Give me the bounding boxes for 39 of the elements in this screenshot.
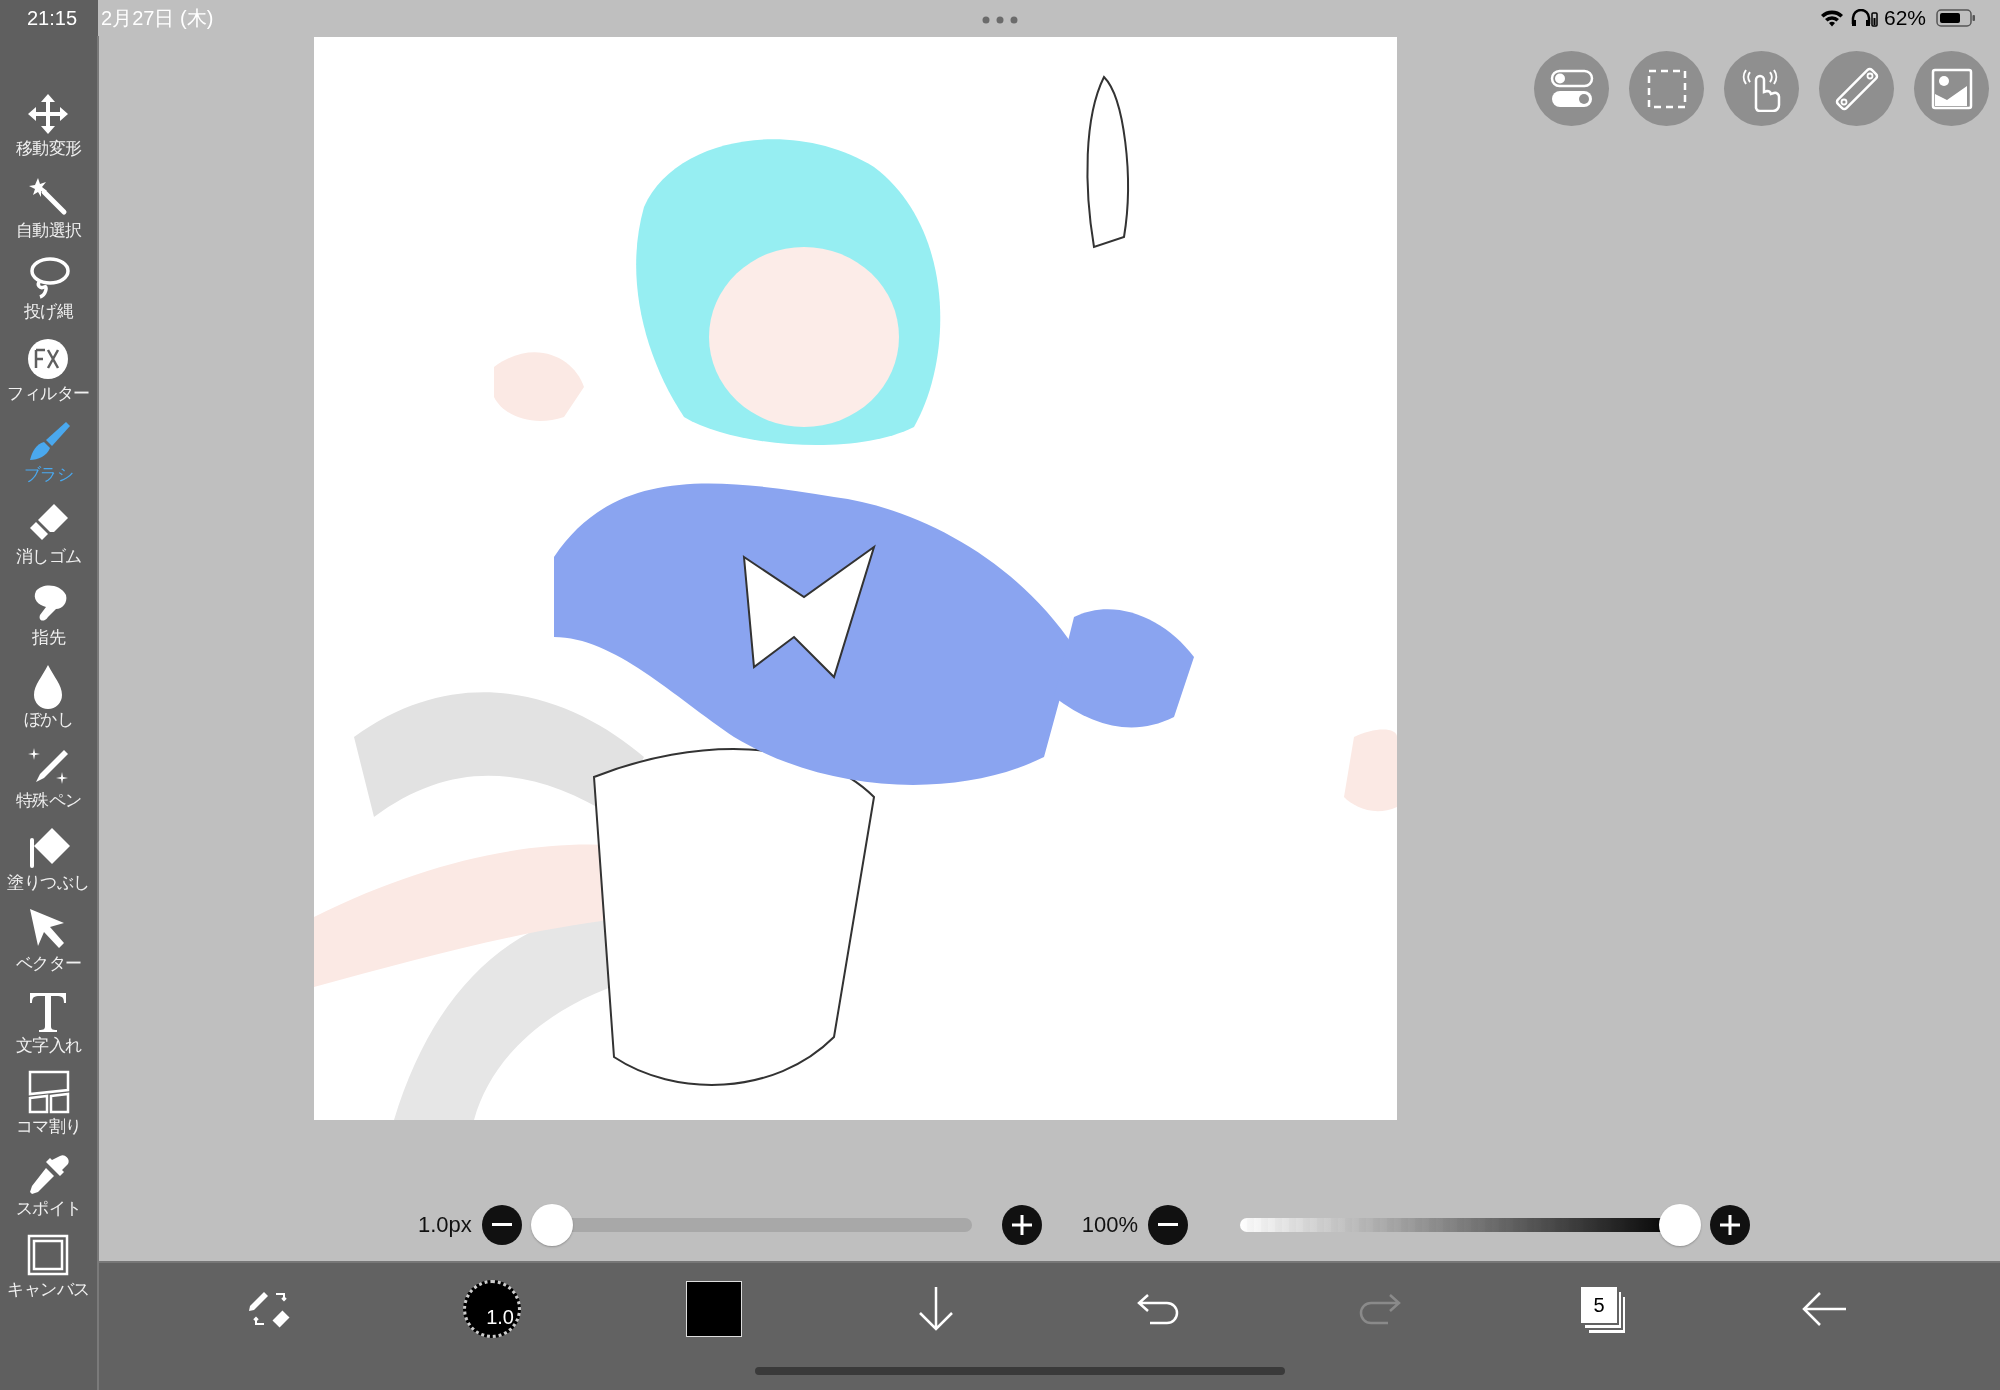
tool-button[interactable]: 投げ縄 — [0, 255, 97, 337]
tool-button[interactable]: ぼかし — [0, 662, 97, 744]
tool-button[interactable]: コマ割り — [0, 1070, 97, 1152]
status-date: 2月27日 (木) — [101, 5, 214, 31]
tool-button[interactable]: フィルター — [0, 336, 97, 418]
tool-button[interactable]: 特殊ペン — [0, 744, 97, 826]
slider-thumb[interactable] — [1659, 1203, 1702, 1246]
battery-icon — [1936, 8, 1976, 28]
brush-size-preview[interactable]: 1.0 — [463, 1280, 521, 1339]
decrease-button[interactable] — [1148, 1204, 1189, 1245]
home-indicator[interactable] — [754, 1367, 1285, 1376]
tool-button[interactable]: 塗りつぶし — [0, 825, 97, 907]
plus-icon — [1720, 1214, 1741, 1235]
minus-icon — [491, 1222, 512, 1227]
tool-button[interactable]: スポイト — [0, 1151, 97, 1233]
image-icon — [1930, 67, 1973, 110]
wifi-icon — [1819, 9, 1844, 27]
increase-button[interactable] — [1001, 1204, 1042, 1245]
tool-button[interactable]: ベクター — [0, 907, 97, 989]
tool-button[interactable]: 指先 — [0, 581, 97, 663]
battery-percentage: 62% — [1883, 6, 1926, 30]
brush-size-value: 1.0px — [418, 1211, 472, 1238]
tool-button[interactable]: キャンバス — [0, 1233, 97, 1315]
tool-button[interactable]: 文字入れ — [0, 988, 97, 1070]
tool-button[interactable]: 移動変形 — [0, 92, 97, 174]
dashed-selection-icon — [1645, 67, 1688, 110]
plus-icon — [1011, 1214, 1032, 1235]
headphones-icon — [1849, 9, 1878, 27]
increase-button[interactable] — [1710, 1204, 1751, 1245]
status-time: 21:15 — [27, 6, 78, 30]
ruler-icon — [1834, 66, 1879, 111]
tool-button[interactable]: 自動選択 — [0, 173, 97, 255]
opacity-value: 100% — [1081, 1211, 1139, 1238]
slider-thumb[interactable] — [530, 1203, 573, 1246]
decrease-button[interactable] — [481, 1204, 522, 1245]
color-swatch[interactable] — [686, 1281, 742, 1338]
tool-button[interactable]: 消しゴム — [0, 499, 97, 581]
multitasking-icon[interactable] — [982, 16, 1018, 24]
minus-icon — [1158, 1222, 1179, 1227]
